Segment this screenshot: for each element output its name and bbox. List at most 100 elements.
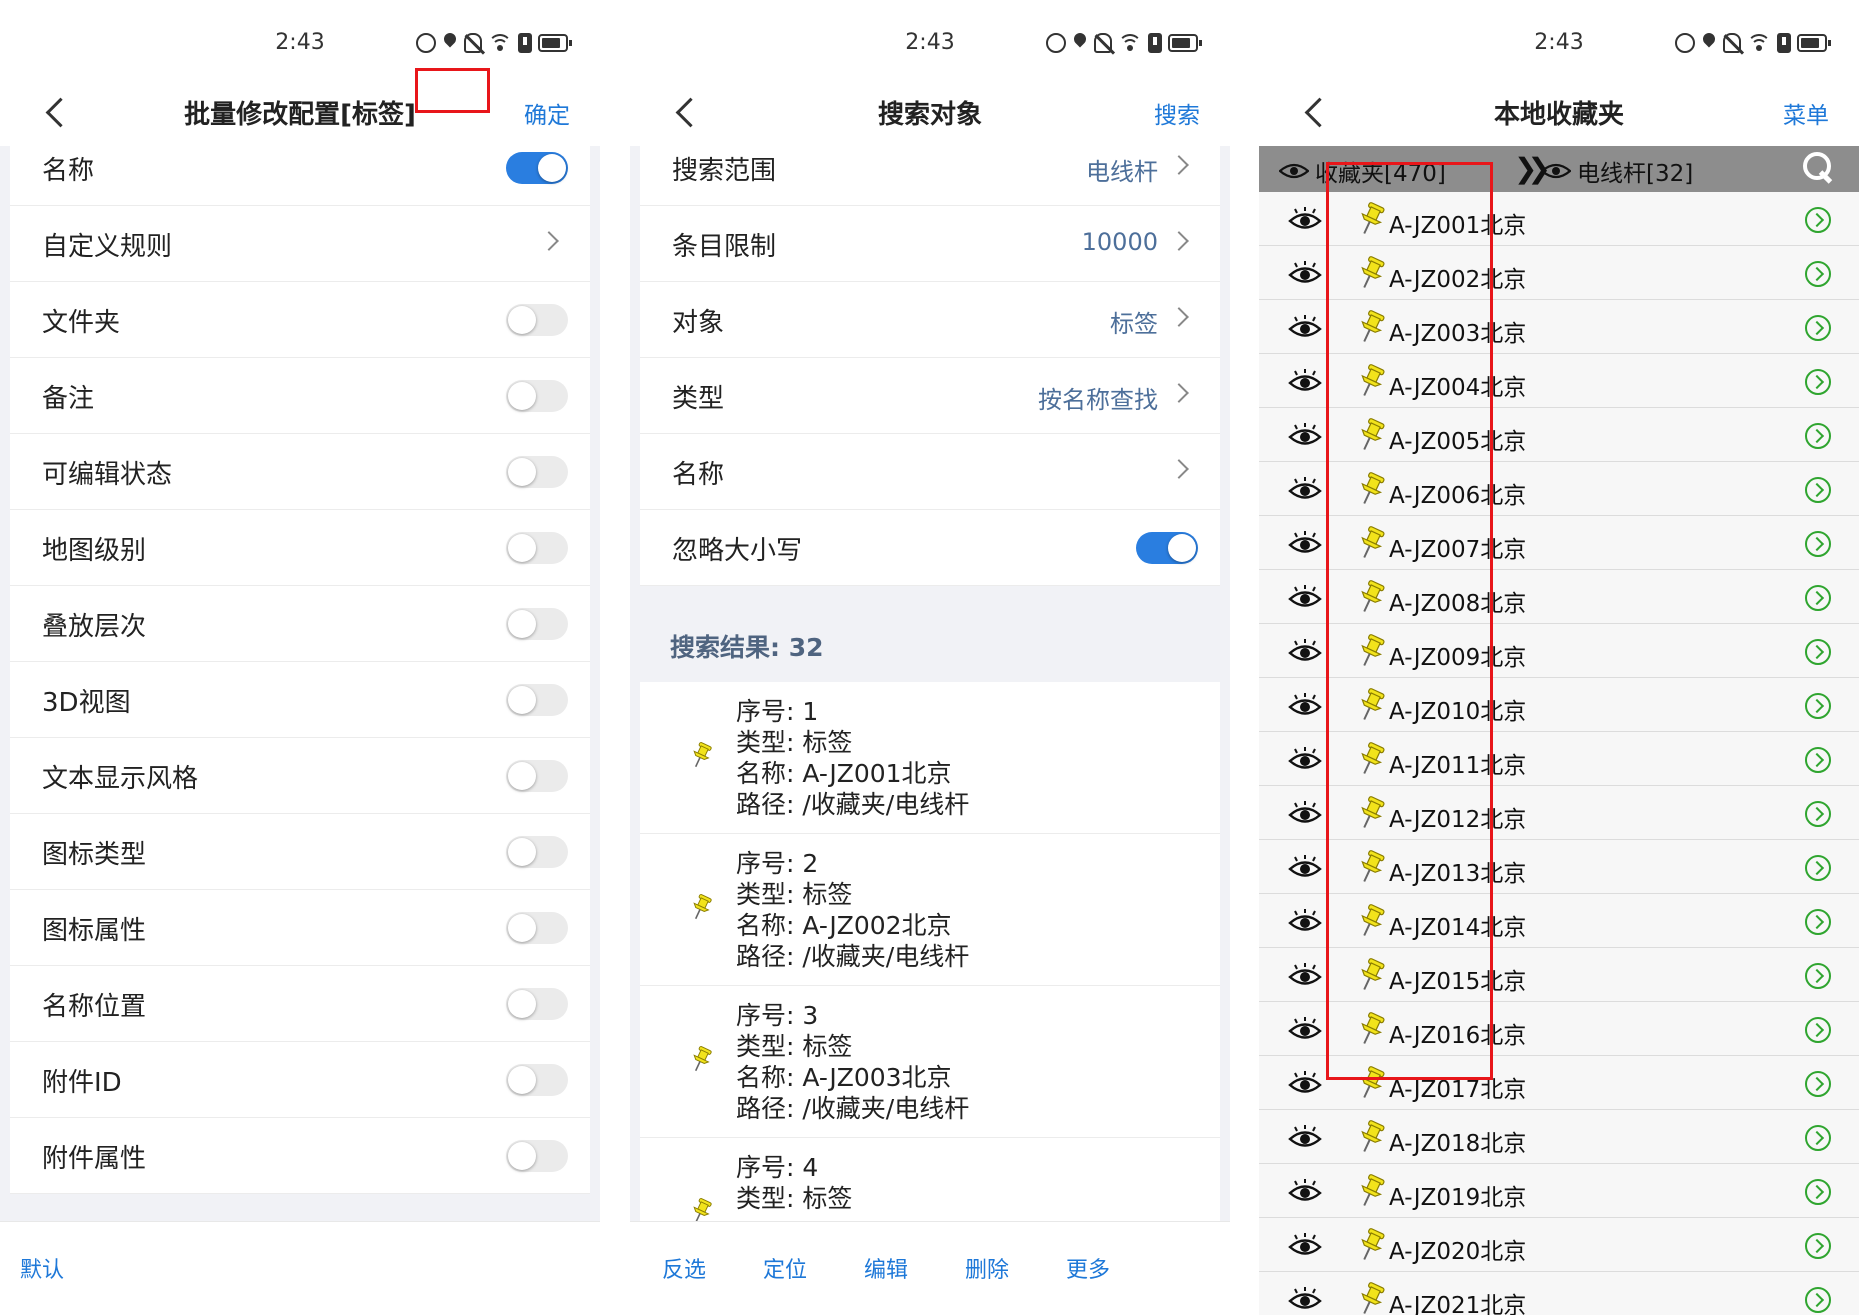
eye-icon[interactable] — [1287, 746, 1323, 772]
visibility-toggle[interactable] — [1287, 1178, 1323, 1204]
settings-row[interactable]: 叠放层次 — [10, 586, 590, 662]
toggle-switch[interactable] — [506, 1064, 568, 1096]
locate-button[interactable]: 定位 — [763, 1252, 807, 1284]
visibility-toggle[interactable] — [1287, 1124, 1323, 1150]
go-arrow-icon[interactable] — [1805, 639, 1831, 665]
visibility-toggle[interactable] — [1287, 314, 1323, 340]
go-arrow-icon[interactable] — [1805, 315, 1831, 341]
settings-row[interactable]: 附件属性 — [10, 1118, 590, 1194]
settings-row[interactable]: 3D视图 — [10, 662, 590, 738]
search-icon[interactable] — [1803, 152, 1835, 184]
eye-icon[interactable] — [1287, 908, 1323, 934]
go-arrow-icon[interactable] — [1805, 1071, 1831, 1097]
go-arrow-icon[interactable] — [1805, 747, 1831, 773]
settings-row[interactable]: 图标属性 — [10, 890, 590, 966]
confirm-button[interactable]: 确定 — [524, 96, 570, 130]
settings-row[interactable]: 名称位置 — [10, 966, 590, 1042]
go-arrow-icon[interactable] — [1805, 369, 1831, 395]
eye-icon[interactable] — [1287, 854, 1323, 880]
toggle-switch[interactable] — [1136, 532, 1198, 564]
visibility-toggle[interactable] — [1287, 476, 1323, 502]
settings-row[interactable]: 可编辑状态 — [10, 434, 590, 510]
settings-row[interactable]: 附件ID — [10, 1042, 590, 1118]
settings-row[interactable]: 文件夹 — [10, 282, 590, 358]
go-arrow-icon[interactable] — [1805, 909, 1831, 935]
visibility-toggle[interactable] — [1287, 368, 1323, 394]
invert-selection-button[interactable]: 反选 — [662, 1252, 706, 1284]
visibility-toggle[interactable] — [1287, 584, 1323, 610]
eye-icon[interactable] — [1287, 422, 1323, 448]
toggle-switch[interactable] — [506, 608, 568, 640]
visibility-toggle[interactable] — [1287, 422, 1323, 448]
go-arrow-icon[interactable] — [1805, 531, 1831, 557]
settings-row[interactable]: 名称 — [10, 130, 590, 206]
go-arrow-icon[interactable] — [1805, 423, 1831, 449]
result-item[interactable]: 序号: 2 类型: 标签 名称: A-JZ002北京 路径: /收藏夹/电线杆 — [640, 834, 1220, 986]
search-option-row[interactable]: 名称 — [640, 434, 1220, 510]
toggle-switch[interactable] — [506, 912, 568, 944]
visibility-toggle[interactable] — [1287, 962, 1323, 988]
eye-icon[interactable] — [1287, 692, 1323, 718]
search-option-row[interactable]: 搜索范围 电线杆 — [640, 130, 1220, 206]
eye-icon[interactable] — [1287, 260, 1323, 286]
go-arrow-icon[interactable] — [1805, 1125, 1831, 1151]
go-arrow-icon[interactable] — [1805, 1233, 1831, 1259]
visibility-toggle[interactable] — [1287, 260, 1323, 286]
menu-button[interactable]: 菜单 — [1783, 96, 1829, 130]
eye-icon[interactable] — [1287, 1124, 1323, 1150]
eye-icon[interactable] — [1287, 1016, 1323, 1042]
toggle-switch[interactable] — [506, 380, 568, 412]
visibility-toggle[interactable] — [1287, 1232, 1323, 1258]
go-arrow-icon[interactable] — [1805, 1287, 1831, 1313]
go-arrow-icon[interactable] — [1805, 963, 1831, 989]
toggle-switch[interactable] — [506, 760, 568, 792]
settings-row[interactable]: 备注 — [10, 358, 590, 434]
default-button[interactable]: 默认 — [20, 1252, 64, 1284]
go-arrow-icon[interactable] — [1805, 1179, 1831, 1205]
search-option-row[interactable]: 对象 标签 — [640, 282, 1220, 358]
visibility-toggle[interactable] — [1287, 1070, 1323, 1096]
settings-row[interactable]: 自定义规则 — [10, 206, 590, 282]
search-option-row[interactable]: 类型 按名称查找 — [640, 358, 1220, 434]
go-arrow-icon[interactable] — [1805, 261, 1831, 287]
go-arrow-icon[interactable] — [1805, 585, 1831, 611]
go-arrow-icon[interactable] — [1805, 801, 1831, 827]
visibility-toggle[interactable] — [1287, 692, 1323, 718]
toggle-switch[interactable] — [506, 988, 568, 1020]
settings-row[interactable]: 图标类型 — [10, 814, 590, 890]
result-item[interactable]: 序号: 1 类型: 标签 名称: A-JZ001北京 路径: /收藏夹/电线杆 — [640, 682, 1220, 834]
toggle-switch[interactable] — [506, 456, 568, 488]
list-item[interactable]: A-JZ021北京 — [1259, 1272, 1859, 1315]
visibility-toggle[interactable] — [1287, 638, 1323, 664]
settings-row[interactable]: 地图级别 — [10, 510, 590, 586]
go-arrow-icon[interactable] — [1805, 693, 1831, 719]
eye-icon[interactable] — [1287, 476, 1323, 502]
visibility-toggle[interactable] — [1287, 746, 1323, 772]
toggle-switch[interactable] — [506, 532, 568, 564]
eye-icon[interactable] — [1287, 962, 1323, 988]
eye-icon[interactable] — [1287, 530, 1323, 556]
list-item[interactable]: A-JZ019北京 — [1259, 1164, 1859, 1218]
result-item[interactable]: 序号: 3 类型: 标签 名称: A-JZ003北京 路径: /收藏夹/电线杆 — [640, 986, 1220, 1138]
eye-icon[interactable] — [1287, 638, 1323, 664]
edit-button[interactable]: 编辑 — [864, 1252, 908, 1284]
more-button[interactable]: 更多 — [1066, 1252, 1110, 1284]
eye-icon[interactable] — [1287, 368, 1323, 394]
toggle-switch[interactable] — [506, 836, 568, 868]
search-option-row[interactable]: 条目限制 10000 — [640, 206, 1220, 282]
toggle-switch[interactable] — [506, 152, 568, 184]
eye-icon[interactable] — [1287, 314, 1323, 340]
visibility-toggle[interactable] — [1287, 530, 1323, 556]
result-item[interactable]: 序号: 4 类型: 标签 — [640, 1138, 1220, 1222]
list-item[interactable]: A-JZ018北京 — [1259, 1110, 1859, 1164]
visibility-toggle[interactable] — [1287, 1286, 1323, 1312]
eye-icon[interactable] — [1287, 1232, 1323, 1258]
search-option-row[interactable]: 忽略大小写 — [640, 510, 1220, 586]
visibility-toggle[interactable] — [1287, 908, 1323, 934]
eye-icon[interactable] — [1287, 206, 1323, 232]
tab-subfolder[interactable]: 电线杆[32] — [1541, 154, 1693, 188]
visibility-toggle[interactable] — [1287, 854, 1323, 880]
visibility-toggle[interactable] — [1287, 1016, 1323, 1042]
eye-icon[interactable] — [1287, 1178, 1323, 1204]
go-arrow-icon[interactable] — [1805, 855, 1831, 881]
